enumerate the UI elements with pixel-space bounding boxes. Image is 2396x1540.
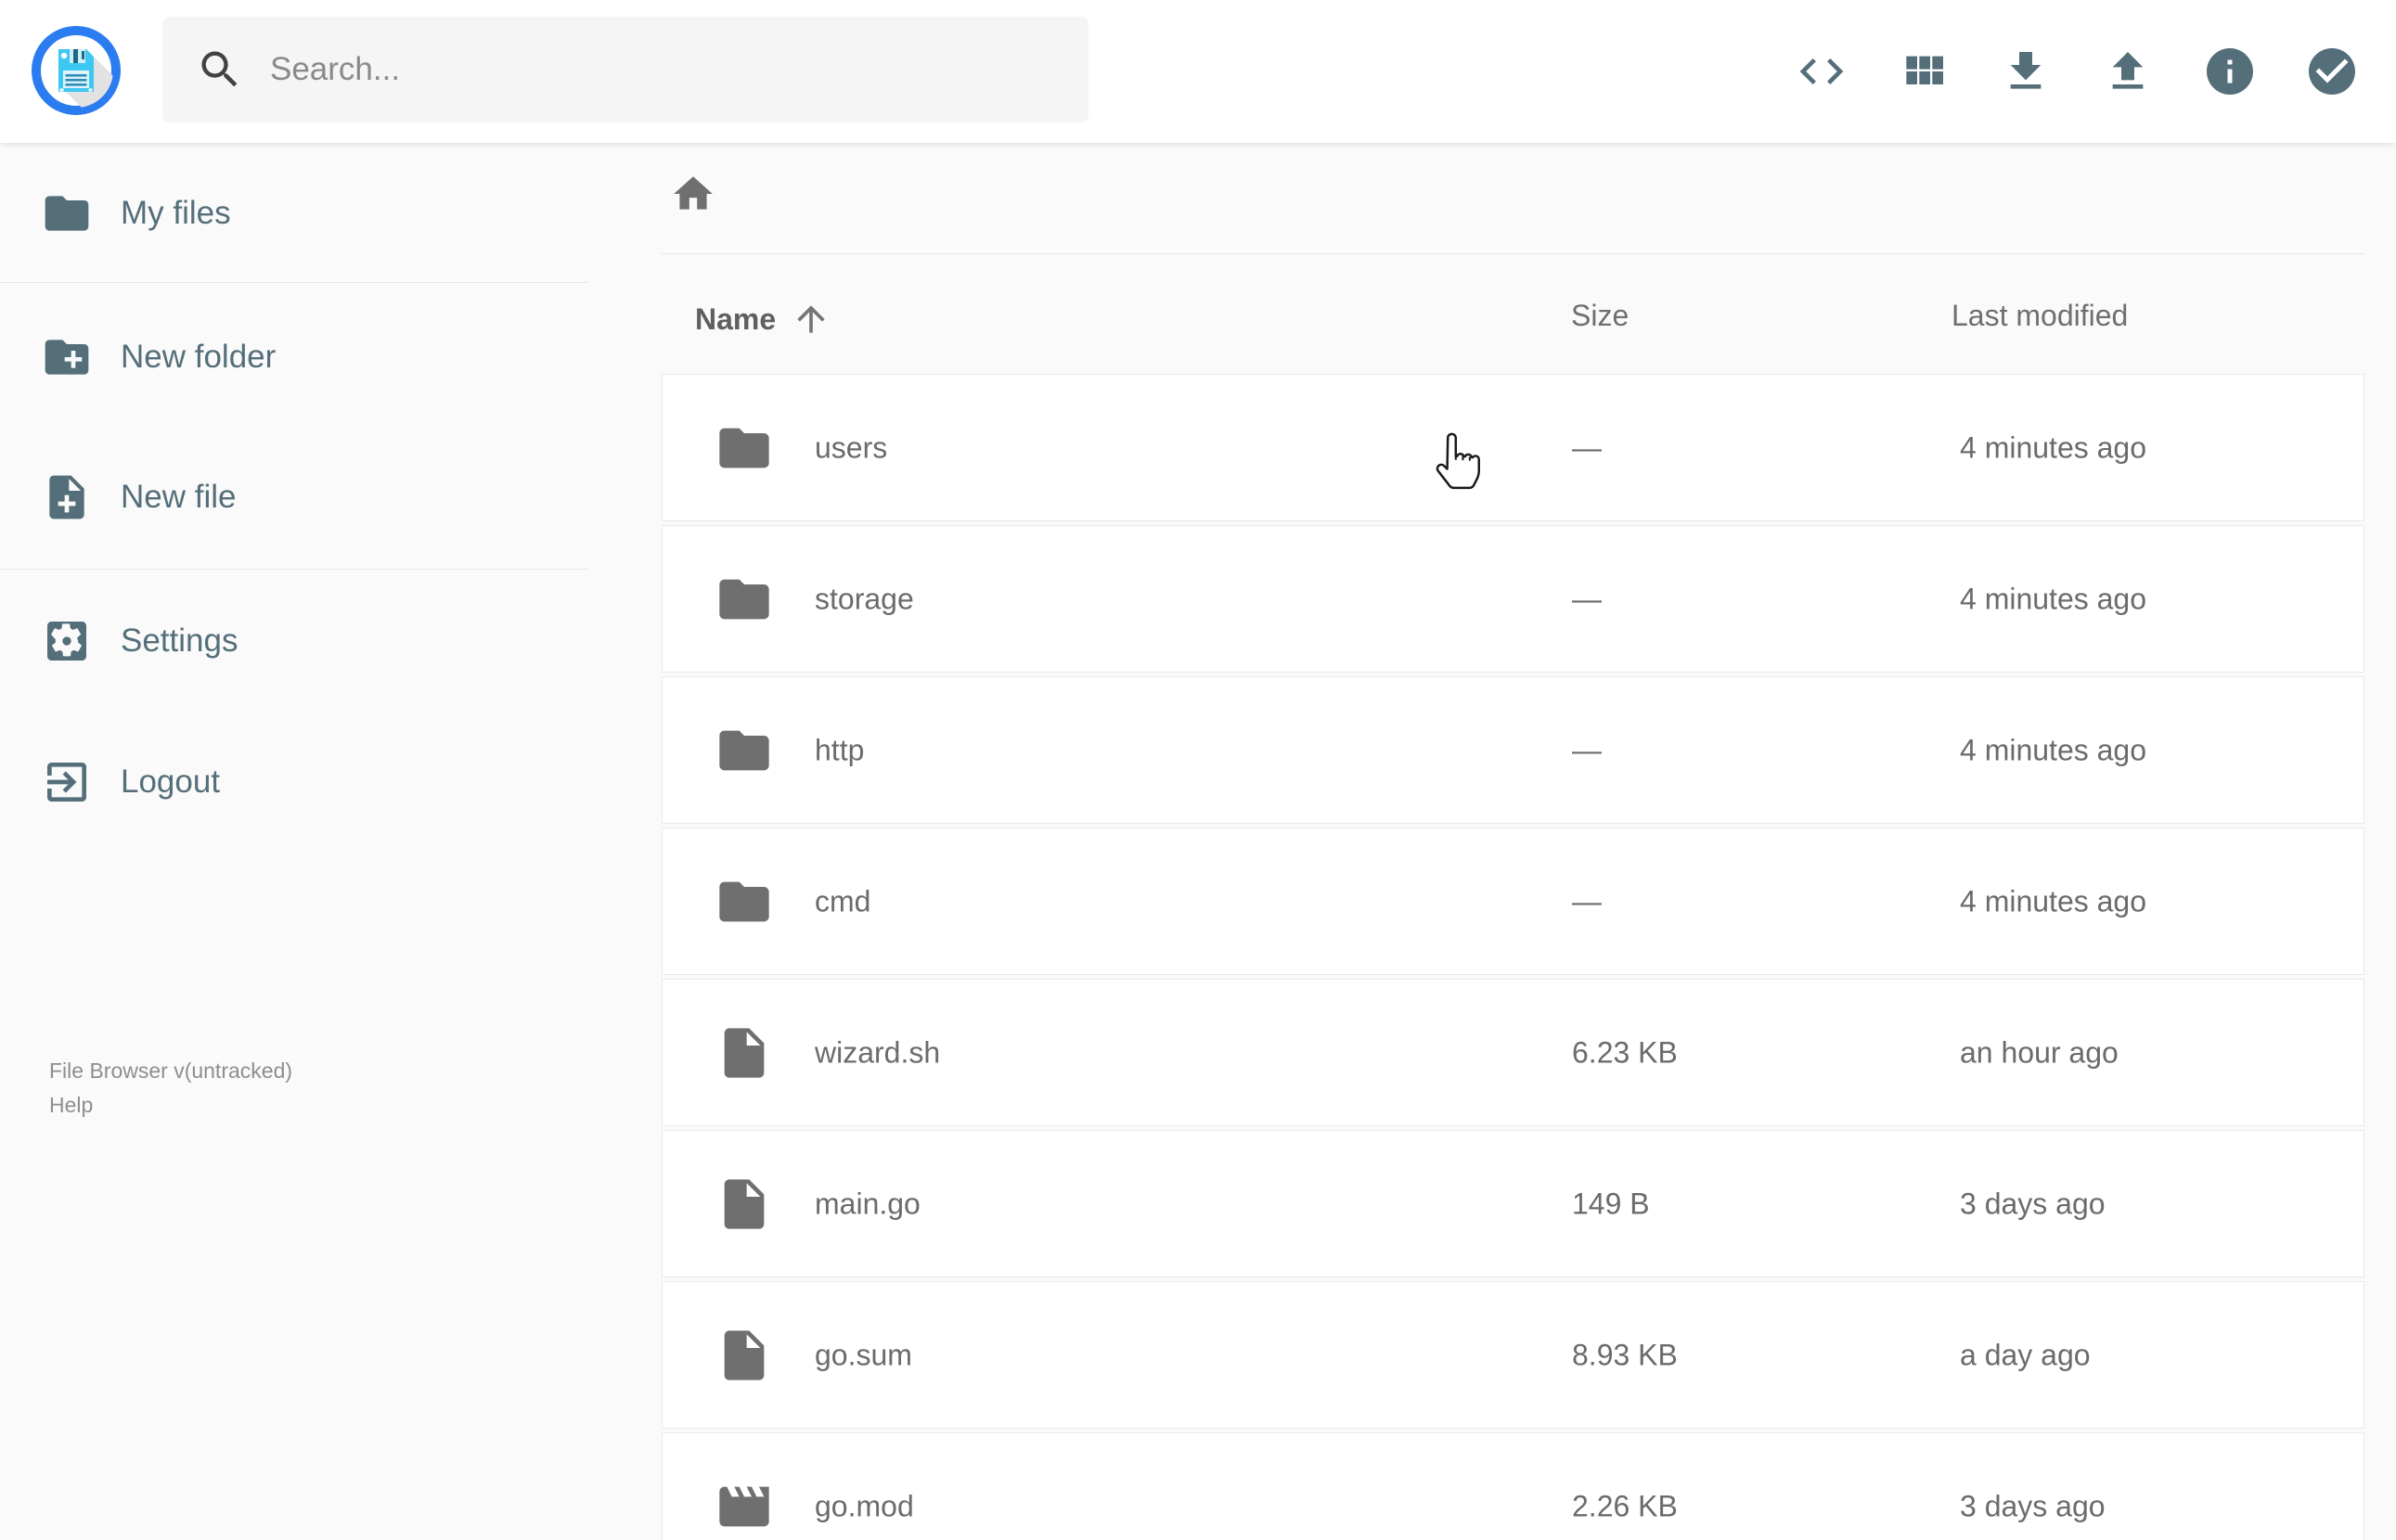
item-modified: 4 minutes ago — [1960, 884, 2147, 918]
code-icon — [1796, 45, 1848, 97]
grid-view-button[interactable] — [1898, 45, 1950, 97]
sidebar: My files New folder New file Settings Lo… — [0, 143, 588, 1540]
item-size: 8.93 KB — [1572, 1338, 1678, 1371]
sort-by-size[interactable]: Size — [1571, 299, 1629, 333]
item-name: cmd — [815, 884, 871, 918]
logout-icon — [41, 756, 93, 808]
sidebar-divider — [0, 569, 588, 570]
help-link[interactable]: Help — [49, 1088, 292, 1123]
item-name: main.go — [815, 1187, 921, 1220]
item-size: 149 B — [1572, 1187, 1650, 1220]
download-icon — [2000, 45, 2052, 97]
item-modified: 4 minutes ago — [1960, 733, 2147, 766]
sidebar-item-label: Logout — [121, 764, 221, 800]
file-list: users — 4 minutes ago storage — 4 minute… — [662, 374, 2364, 1540]
file-icon — [715, 1326, 774, 1385]
file-row[interactable]: http — 4 minutes ago — [662, 676, 2364, 824]
file-row[interactable]: storage — 4 minutes ago — [662, 525, 2364, 673]
raw-view-button[interactable] — [1796, 45, 1848, 97]
movie-icon — [715, 1477, 774, 1536]
file-listing-area: Name Size Last modified users — 4 minute… — [588, 143, 2396, 1540]
sidebar-item-label: Settings — [121, 622, 238, 659]
sidebar-item-logout[interactable]: Logout — [0, 745, 588, 819]
file-row[interactable]: go.sum 8.93 KB a day ago — [662, 1281, 2364, 1429]
item-size: — — [1572, 430, 1602, 464]
item-name: go.mod — [815, 1489, 914, 1522]
info-button[interactable] — [2204, 45, 2256, 97]
sidebar-footer: File Browser v(untracked) Help — [49, 1054, 292, 1123]
item-size: — — [1572, 582, 1602, 615]
folder-icon — [41, 187, 93, 239]
item-name: users — [815, 430, 888, 464]
breadcrumb-divider — [662, 253, 2364, 254]
select-multiple-button[interactable] — [2306, 45, 2358, 97]
sort-by-name[interactable]: Name — [695, 299, 831, 340]
settings-icon — [41, 615, 93, 667]
new-folder-icon — [41, 331, 93, 383]
item-name: go.sum — [815, 1338, 912, 1371]
sidebar-item-label: New file — [121, 479, 237, 515]
folder-icon — [715, 570, 774, 629]
item-name: wizard.sh — [815, 1035, 941, 1069]
item-modified: 3 days ago — [1960, 1489, 2106, 1522]
sidebar-item-my-files[interactable]: My files — [0, 176, 588, 250]
new-file-icon — [41, 471, 93, 523]
sidebar-item-label: New folder — [121, 339, 277, 375]
item-size: 2.26 KB — [1572, 1489, 1678, 1522]
list-header: Name Size Last modified — [588, 299, 2396, 336]
search-bar[interactable] — [162, 17, 1089, 122]
download-button[interactable] — [2000, 45, 2052, 97]
file-row[interactable]: users — 4 minutes ago — [662, 374, 2364, 521]
item-size: 6.23 KB — [1572, 1035, 1678, 1069]
sidebar-divider — [0, 282, 588, 283]
app-version: File Browser v(untracked) — [49, 1059, 293, 1083]
file-row[interactable]: wizard.sh 6.23 KB an hour ago — [662, 979, 2364, 1126]
sidebar-item-new-folder[interactable]: New folder — [0, 320, 588, 394]
sidebar-item-settings[interactable]: Settings — [0, 604, 588, 678]
item-modified: a day ago — [1960, 1338, 2091, 1371]
sidebar-item-new-file[interactable]: New file — [0, 460, 588, 534]
toolbar — [1796, 0, 2358, 143]
file-row[interactable]: cmd — 4 minutes ago — [662, 828, 2364, 975]
grid-view-icon — [1898, 45, 1950, 97]
item-modified: 4 minutes ago — [1960, 582, 2147, 615]
top-bar — [0, 0, 2396, 143]
folder-icon — [715, 721, 774, 780]
item-size: — — [1572, 884, 1602, 918]
column-name-label: Name — [695, 302, 777, 336]
item-modified: 3 days ago — [1960, 1187, 2106, 1220]
upload-button[interactable] — [2102, 45, 2154, 97]
filebrowser-app: My files New folder New file Settings Lo… — [0, 0, 2396, 1540]
file-row[interactable]: main.go 149 B 3 days ago — [662, 1130, 2364, 1277]
item-modified: 4 minutes ago — [1960, 430, 2147, 464]
folder-icon — [715, 872, 774, 931]
item-size: — — [1572, 733, 1602, 766]
sort-ascending-icon — [791, 299, 831, 340]
filebrowser-logo[interactable] — [30, 24, 122, 117]
sort-by-modified[interactable]: Last modified — [1952, 299, 2128, 333]
home-icon[interactable] — [670, 171, 716, 217]
file-icon — [715, 1174, 774, 1234]
file-icon — [715, 1023, 774, 1083]
item-name: http — [815, 733, 865, 766]
search-icon — [196, 45, 244, 94]
item-name: storage — [815, 582, 914, 615]
info-icon — [2202, 44, 2258, 99]
item-modified: an hour ago — [1960, 1035, 2119, 1069]
sidebar-item-label: My files — [121, 195, 231, 231]
search-input[interactable] — [268, 50, 1089, 89]
upload-icon — [2102, 45, 2154, 97]
file-row[interactable]: go.mod 2.26 KB 3 days ago — [662, 1432, 2364, 1540]
folder-icon — [715, 418, 774, 478]
select-multiple-icon — [2304, 44, 2360, 99]
